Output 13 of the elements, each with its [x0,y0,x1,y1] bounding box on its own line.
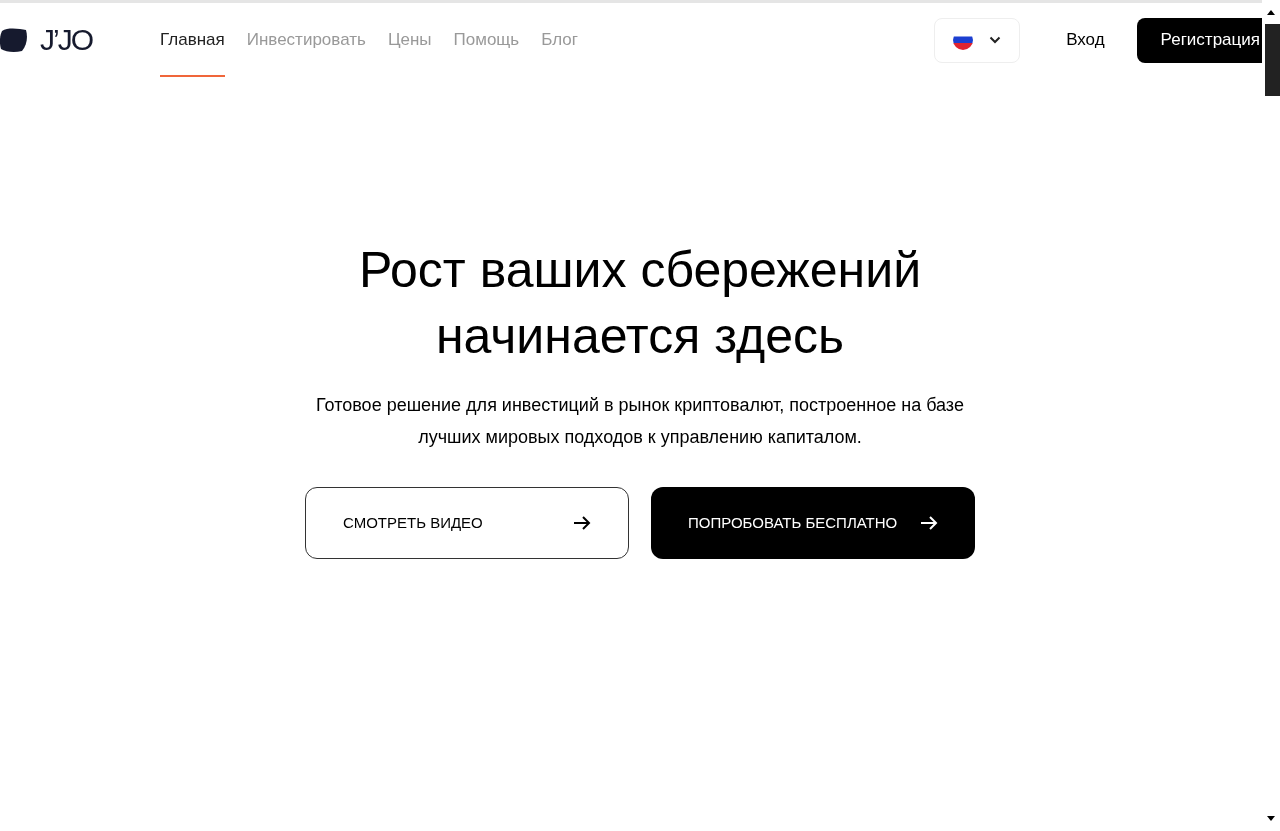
chevron-down-icon [989,36,1002,44]
arrow-right-icon [573,516,591,530]
try-free-button[interactable]: ПОПРОБОВАТЬ БЕСПЛАТНО [651,487,975,559]
register-button[interactable]: Регистрация [1136,17,1262,63]
login-link[interactable]: Вход [1066,27,1105,53]
language-selector[interactable] [934,17,1021,63]
logo-text: J’JO [40,25,92,55]
arrow-right-icon [920,516,938,530]
nav-link[interactable]: Главная [160,3,225,77]
hero-title: Рост ваших сбережений начинается здесь [358,241,922,366]
logo-icon [0,27,28,53]
hero-subtitle: Готовое решение для инвестиций в рынок криптовалют, построенное на базе лучших мировых подходов к управлению капиталом. [315,394,965,449]
watch-video-button[interactable]: СМОТРЕТЬ ВИДЕО [305,487,629,559]
